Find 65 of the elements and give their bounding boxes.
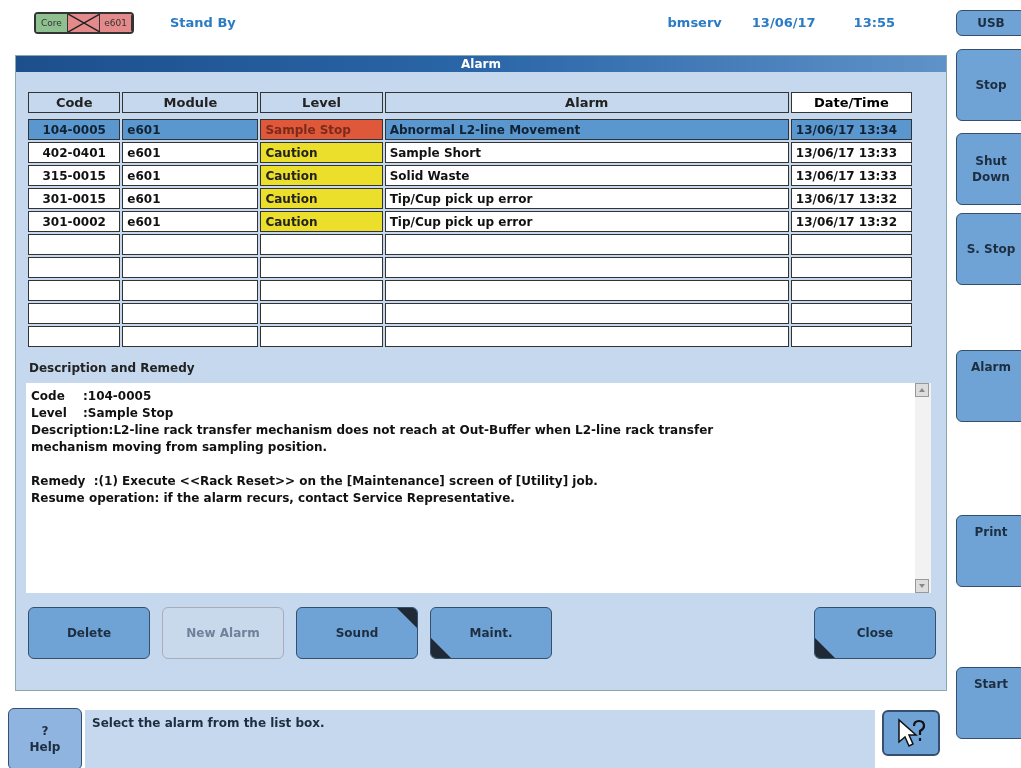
- corner-mark-icon: [397, 608, 417, 628]
- field-label: Code: [31, 388, 66, 405]
- field-value: :104-0005: [83, 388, 152, 405]
- table-cell: 13/06/17 13:32: [790, 211, 912, 232]
- scroll-up-icon[interactable]: [915, 383, 929, 397]
- description-text: Remedy :(1) Execute <<Rack Reset>> on the [Maintenance] screen of [Utility] job.: [31, 473, 599, 490]
- corner-mark-icon: [431, 638, 451, 658]
- help-button[interactable]: ? Help: [8, 708, 82, 768]
- table-cell: e601: [122, 165, 259, 186]
- table-cell: 13/06/17 13:32: [790, 188, 912, 209]
- scroll-down-icon[interactable]: [915, 579, 929, 593]
- side-button[interactable]: S. Stop: [956, 213, 1021, 285]
- status-text: Stand By: [170, 13, 236, 32]
- table-cell: Sample Stop: [260, 119, 383, 140]
- user-name: bmserv: [667, 13, 722, 32]
- table-cell: Caution: [260, 165, 383, 186]
- message-bar: Select the alarm from the list box.: [85, 710, 875, 768]
- table-cell: 13/06/17 13:34: [790, 119, 912, 140]
- table-cell: e601: [122, 119, 259, 140]
- table-cell: e601: [122, 188, 259, 209]
- table-cell: Caution: [260, 188, 383, 209]
- table-cell: 301-0002: [28, 211, 121, 232]
- table-cell: 13/06/17 13:33: [790, 165, 912, 186]
- table-cell: Solid Waste: [384, 165, 789, 186]
- side-button[interactable]: Print: [956, 515, 1021, 587]
- table-cell: Abnormal L2-line Movement: [384, 119, 789, 140]
- time-text: 13:55: [853, 13, 895, 32]
- description-text: Resume operation: if the alarm recurs, contact Service Representative.: [31, 490, 516, 507]
- table-cell: Tip/Cup pick up error: [384, 211, 789, 232]
- dialog-title: Alarm: [461, 56, 501, 73]
- scrollbar[interactable]: [915, 383, 931, 593]
- side-button[interactable]: Shut Down: [956, 133, 1021, 205]
- dialog-button[interactable]: Close: [814, 607, 936, 659]
- column-header: Date/Time: [790, 92, 912, 113]
- table-cell: Caution: [260, 142, 383, 163]
- field-label: Level: [31, 405, 68, 422]
- column-header: Code: [28, 92, 121, 113]
- table-cell: 104-0005: [28, 119, 121, 140]
- table-cell: 315-0015: [28, 165, 121, 186]
- date-text: 13/06/17: [751, 13, 816, 32]
- table-cell: 402-0401: [28, 142, 121, 163]
- column-header: Module: [122, 92, 259, 113]
- dialog-button[interactable]: Maint.: [430, 607, 552, 659]
- table-cell: Sample Short: [384, 142, 789, 163]
- table-cell: 13/06/17 13:33: [790, 142, 912, 163]
- field-value: :Sample Stop: [83, 405, 174, 422]
- module-status-indicator: Core e601: [34, 11, 134, 34]
- cross-icon: [68, 13, 100, 32]
- table-cell: Tip/Cup pick up error: [384, 188, 789, 209]
- column-header: Level: [260, 92, 383, 113]
- description-text: Description:L2-line rack transfer mechanism does not reach at Out-Buffer when L2-line rack transfer mechanism moving from sampling position.: [31, 422, 715, 456]
- context-help-button[interactable]: [882, 710, 940, 756]
- corner-mark-icon: [815, 638, 835, 658]
- table-cell: e601: [122, 211, 259, 232]
- side-button[interactable]: USB: [956, 10, 1021, 36]
- dialog-button[interactable]: Sound: [296, 607, 418, 659]
- section-heading: Description and Remedy: [29, 360, 196, 377]
- side-button[interactable]: Start: [956, 667, 1021, 739]
- dialog-button[interactable]: Delete: [28, 607, 150, 659]
- table-cell: e601: [122, 142, 259, 163]
- side-button[interactable]: Alarm: [956, 350, 1021, 422]
- table-cell: Caution: [260, 211, 383, 232]
- column-header: Alarm: [384, 92, 789, 113]
- table-cell: 301-0015: [28, 188, 121, 209]
- side-button[interactable]: Stop: [956, 49, 1021, 121]
